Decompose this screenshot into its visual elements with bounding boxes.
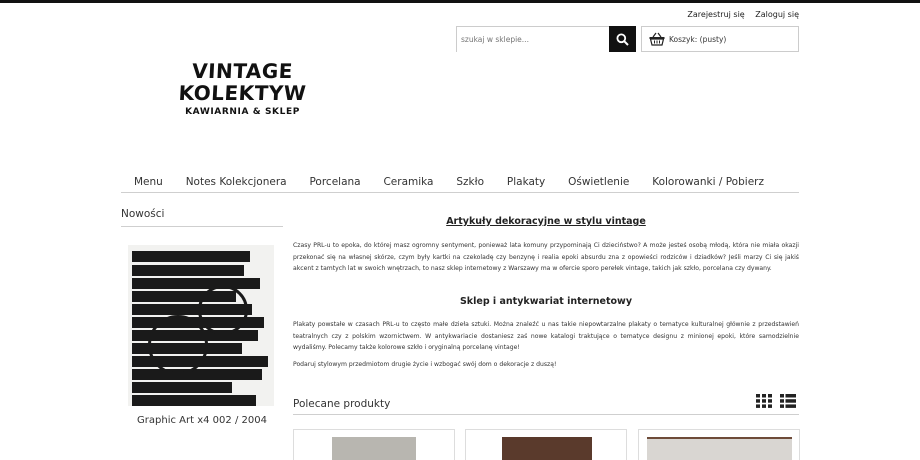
product-card[interactable] [293, 429, 455, 460]
intro-paragraph: Czasy PRL-u to epoka, do której masz ogr… [293, 242, 799, 272]
nav-item-ceramika[interactable]: Ceramika [383, 172, 433, 192]
cart-button[interactable]: Koszyk: (pusty) [641, 26, 799, 52]
main-navigation: Menu Notes Kolekcjonera Porcelana Cerami… [121, 172, 799, 193]
product-image[interactable] [502, 437, 592, 460]
new-product-image[interactable] [128, 245, 274, 406]
site-logo[interactable]: VINTAGE KOLEKTYW KAWIARNIA & SKLEP [170, 59, 315, 132]
nav-item-szklo[interactable]: Szkło [456, 172, 484, 192]
view-toggles [756, 393, 796, 412]
posters-paragraph: Plakaty powstałe w czasach PRL-u to częs… [293, 321, 799, 351]
register-link[interactable]: Zarejestruj się [687, 10, 744, 19]
grid-view-icon[interactable] [756, 393, 772, 412]
product-card[interactable] [465, 429, 627, 460]
product-card[interactable] [638, 429, 800, 460]
search-box [456, 26, 636, 52]
search-icon [616, 33, 629, 46]
closing-paragraph: Podaruj stylowym przedmiotom drugie życi… [293, 361, 557, 368]
account-links: Zarejestruj się Zaloguj się [679, 10, 799, 19]
nav-item-plakaty[interactable]: Plakaty [507, 172, 545, 192]
product-image[interactable] [332, 437, 416, 460]
top-bar [0, 0, 920, 3]
basket-icon [649, 32, 665, 46]
logo-line-1: VINTAGE [191, 59, 294, 83]
featured-products-title: Polecane produkty [293, 398, 799, 415]
cart-label: Koszyk: (pusty) [669, 34, 727, 44]
nav-item-kolorowanki[interactable]: Kolorowanki / Pobierz [652, 172, 799, 192]
new-product-name[interactable]: Graphic Art x4 002 / 2004 [121, 415, 283, 426]
login-link[interactable]: Zaloguj się [755, 10, 799, 19]
logo-line-2: KOLEKTYW [178, 81, 307, 105]
product-image[interactable] [647, 437, 792, 460]
nav-item-menu[interactable]: Menu [121, 172, 163, 192]
nav-item-notes[interactable]: Notes Kolekcjonera [186, 172, 287, 192]
search-button[interactable] [609, 26, 636, 52]
nav-item-oswietlenie[interactable]: Oświetlenie [568, 172, 629, 192]
list-view-icon[interactable] [780, 393, 796, 412]
logo-line-3: KAWIARNIA & SKLEP [185, 107, 300, 117]
search-input[interactable] [457, 27, 610, 52]
secondary-heading: Sklep i antykwariat internetowy [459, 296, 633, 307]
nav-item-porcelana[interactable]: Porcelana [309, 172, 360, 192]
main-heading: Artykuły dekoracyjne w stylu vintage [446, 216, 646, 227]
sidebar-title: Nowości [121, 208, 283, 227]
